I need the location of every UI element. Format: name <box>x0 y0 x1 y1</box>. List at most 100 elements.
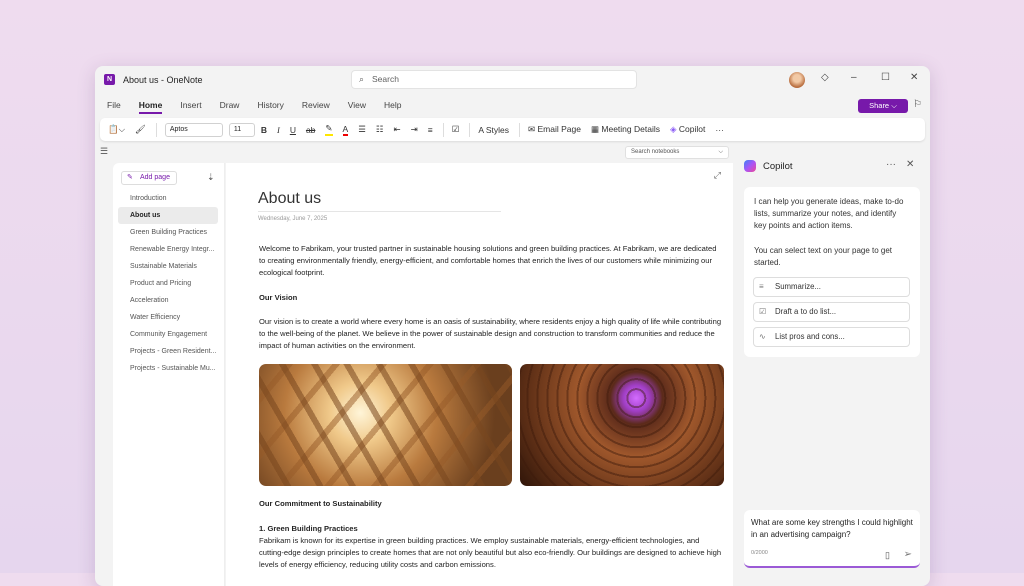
page-item[interactable]: Green Building Practices <box>118 224 218 241</box>
search-icon: ⌕ <box>359 74 365 84</box>
vision-paragraph: Our vision is to create a world where ev… <box>259 316 722 351</box>
draft-todo-button[interactable]: ☑ Draft a to do list... <box>753 302 910 323</box>
search-notebooks-placeholder: Search notebooks <box>631 149 680 155</box>
close-icon[interactable]: ✕ <box>906 159 914 170</box>
sub-paragraph: Fabrikam is known for its expertise in g… <box>259 535 722 570</box>
navigation-menu-icon[interactable]: ☰ <box>100 146 108 157</box>
divider <box>155 122 157 137</box>
intro-paragraph: Welcome to Fabrikam, your trusted partne… <box>259 244 717 278</box>
divider <box>519 122 521 137</box>
pulse-icon: ∿ <box>759 332 766 342</box>
tab-review[interactable]: Review <box>302 100 330 114</box>
page-item[interactable]: Projects - Green Resident... <box>118 343 218 360</box>
indent-icon[interactable]: ⇥ <box>411 124 418 135</box>
char-count: 0/2000 <box>751 549 768 556</box>
feedback-icon[interactable]: ⚐ <box>913 99 922 110</box>
copilot-header: Copilot <box>744 160 793 172</box>
chip-label: Draft a to do list... <box>775 307 837 317</box>
envelope-icon: ✉ <box>528 124 538 134</box>
page-item[interactable]: Sustainable Materials <box>118 258 218 275</box>
share-button[interactable]: Share ⌵ <box>858 99 908 113</box>
window-title: About us - OneNote <box>123 75 203 85</box>
dome-interior-image[interactable] <box>519 364 724 487</box>
page-item[interactable]: About us <box>118 207 218 224</box>
sub-heading: 1. Green Building Practices <box>259 523 358 533</box>
tab-draw[interactable]: Draw <box>220 100 240 114</box>
page-item[interactable]: Water Efficiency <box>118 309 218 326</box>
summarize-button[interactable]: ≡ Summarize... <box>753 277 910 298</box>
page-title[interactable]: About us <box>258 190 501 212</box>
format-painter-icon[interactable]: 🖌 <box>135 124 146 135</box>
expand-icon[interactable]: ⤢ <box>714 170 721 181</box>
page-item[interactable]: Projects - Sustainable Mu... <box>118 360 218 377</box>
highlight-icon[interactable]: ✎ <box>325 123 333 136</box>
styles-button[interactable]: A Styles <box>478 125 509 135</box>
page-date: Wednesday, June 7, 2025 <box>258 216 328 222</box>
email-label: Email Page <box>537 124 581 134</box>
copilot-intro: I can help you generate ideas, make to-d… <box>754 197 904 231</box>
add-page-button[interactable]: ✎ Add page <box>121 171 177 185</box>
onenote-logo-icon: N <box>104 74 115 85</box>
pros-cons-button[interactable]: ∿ List pros and cons... <box>753 327 910 348</box>
tab-insert[interactable]: Insert <box>180 100 201 114</box>
add-page-icon: ✎ <box>127 174 133 181</box>
premium-diamond-icon[interactable]: ◇ <box>821 72 829 83</box>
styles-label: Styles <box>485 124 510 135</box>
note-canvas[interactable]: ⤢ About us Wednesday, June 7, 2025 Welco… <box>226 163 733 586</box>
checkbox-icon: ☑ <box>759 307 767 317</box>
copilot-prompt-input[interactable]: What are some key strengths I could high… <box>744 510 920 568</box>
email-page-button[interactable]: ✉ Email Page <box>528 124 581 135</box>
numbering-icon[interactable]: ☷ <box>376 124 384 135</box>
page-item[interactable]: Renewable Energy Integr... <box>118 241 218 258</box>
page-item[interactable]: Product and Pricing <box>118 275 218 292</box>
more-options-button[interactable]: ··· <box>715 125 724 135</box>
underline-icon[interactable]: U <box>290 125 296 135</box>
close-button[interactable]: ✕ <box>910 72 918 83</box>
meeting-details-button[interactable]: ▦ Meeting Details <box>591 124 660 135</box>
tab-history[interactable]: History <box>257 100 283 114</box>
divider <box>442 122 444 137</box>
font-color-icon[interactable]: A <box>342 124 349 136</box>
search-input[interactable]: ⌕ Search <box>351 70 637 89</box>
tab-view[interactable]: View <box>348 100 366 114</box>
more-icon[interactable]: ··· <box>886 159 896 170</box>
italic-icon[interactable]: I <box>277 125 280 135</box>
title-bar: N About us - OneNote ⌕ Search ◇ – ☐ ✕ <box>95 66 930 94</box>
page-list-pane: ✎ Add page ⇣ Introduction About us Green … <box>113 163 225 586</box>
font-select[interactable]: Aptos <box>164 122 223 137</box>
minimize-button[interactable]: – <box>851 72 857 83</box>
page-list: Introduction About us Green Building Pra… <box>118 190 218 377</box>
paste-icon[interactable]: 📋⌵ <box>108 124 125 135</box>
font-size-select[interactable]: 11 <box>228 122 255 137</box>
divider <box>469 122 471 137</box>
maximize-button[interactable]: ☐ <box>881 72 890 83</box>
sort-icon[interactable]: ⇣ <box>207 172 215 183</box>
strikethrough-icon[interactable]: ab <box>306 125 315 135</box>
page-item[interactable]: Community Engagement <box>118 326 218 343</box>
page-item[interactable]: Introduction <box>118 190 218 207</box>
copilot-icon: ◈ <box>669 124 679 134</box>
prompt-text: What are some key strengths I could high… <box>751 518 913 540</box>
outdent-icon[interactable]: ⇤ <box>393 124 400 135</box>
copilot-hint: You can select text on your page to get … <box>754 245 893 267</box>
bold-icon[interactable]: B <box>261 125 267 135</box>
copilot-label: Copilot <box>678 124 706 134</box>
page-item[interactable]: Acceleration <box>118 292 218 309</box>
commitment-heading: Our Commitment to Sustainability <box>259 499 382 509</box>
tab-home[interactable]: Home <box>138 100 163 114</box>
tab-help[interactable]: Help <box>384 100 401 114</box>
wooden-structure-image[interactable] <box>259 364 512 487</box>
search-notebooks-input[interactable]: Search notebooks ⌵ <box>625 146 729 159</box>
copilot-ribbon-button[interactable]: ◈ Copilot <box>670 124 705 135</box>
copilot-pane: Copilot ··· ✕ I can help you generate id… <box>735 150 930 586</box>
align-icon[interactable]: ≡ <box>428 125 433 135</box>
search-placeholder: Search <box>372 74 399 84</box>
onenote-window: N About us - OneNote ⌕ Search ◇ – ☐ ✕ Fil… <box>95 66 930 586</box>
bullets-icon[interactable]: ☰ <box>358 124 366 135</box>
note-body[interactable]: Welcome to Fabrikam, your trusted partne… <box>259 243 724 571</box>
send-icon[interactable]: ➢ <box>904 549 912 561</box>
notebook-icon[interactable]: ▯ <box>885 549 890 561</box>
avatar[interactable] <box>789 72 805 88</box>
tab-file[interactable]: File <box>107 100 121 114</box>
tag-icon[interactable]: ☑ <box>452 124 460 135</box>
